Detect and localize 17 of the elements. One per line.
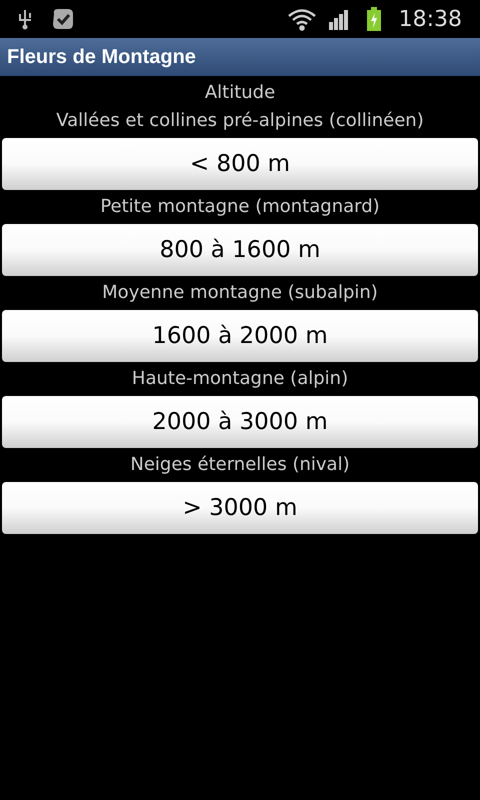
- altitude-button[interactable]: < 800 m: [2, 138, 478, 190]
- section-heading: Altitude: [204, 81, 276, 105]
- zone-label: Moyenne montagne (subalpin): [101, 281, 379, 305]
- zone-label: Haute-montagne (alpin): [130, 367, 350, 391]
- zone-label: Petite montagne (montagnard): [99, 195, 381, 219]
- wifi-icon: [286, 7, 317, 31]
- zone-label: Vallées et collines pré-alpines (collinéen): [55, 109, 425, 133]
- app-title: Fleurs de Montagne: [7, 45, 196, 70]
- usb-icon: [18, 8, 32, 30]
- altitude-button[interactable]: 800 à 1600 m: [2, 224, 478, 276]
- altitude-button[interactable]: 2000 à 3000 m: [2, 396, 478, 448]
- zone-label: Neiges éternelles (nival): [129, 453, 351, 477]
- battery-charging-icon: [366, 7, 381, 31]
- altitude-button[interactable]: > 3000 m: [2, 482, 478, 534]
- status-time: 18:38: [398, 6, 462, 34]
- altitude-button[interactable]: 1600 à 2000 m: [2, 310, 478, 362]
- check-badge-icon: [50, 6, 76, 32]
